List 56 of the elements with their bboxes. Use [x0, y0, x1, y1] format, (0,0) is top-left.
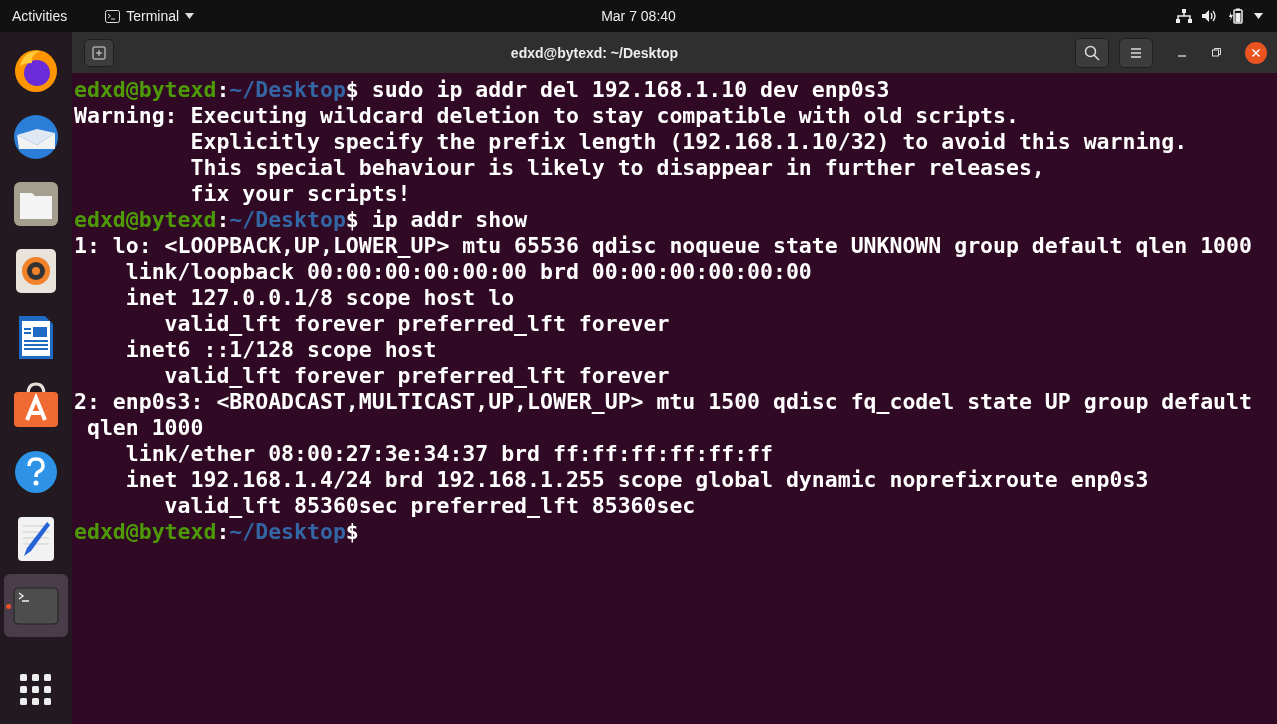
volume-icon[interactable] [1202, 9, 1218, 23]
output-line: inet 127.0.0.1/8 scope host lo [124, 285, 515, 310]
close-icon[interactable] [1245, 41, 1267, 64]
output-line: 2: enp0s3: <BROADCAST,MULTICAST,UP,LOWER_UP> mtu 1500 qdisc fq_codel state UP group default [74, 389, 1252, 414]
network-icon[interactable] [1176, 9, 1192, 23]
prompt-separator: : [216, 77, 230, 102]
search-icon [1084, 44, 1100, 61]
prompt-user: edxd@bytexd [74, 77, 217, 102]
menu-icon [1129, 46, 1143, 59]
maximize-icon[interactable] [1211, 47, 1221, 58]
help-icon [14, 449, 58, 494]
clock[interactable]: Mar 7 08:40 [601, 8, 676, 24]
output-line: inet 192.168.1.4/24 brd 192.168.1.255 scope global dynamic noprefixroute enp0s3 [124, 467, 1149, 492]
output-line: valid_lft forever preferred_lft forever [163, 311, 670, 336]
output-line: qlen 1000 [85, 415, 204, 440]
menu-button[interactable] [1119, 37, 1153, 68]
app-grid-icon[interactable] [20, 674, 52, 706]
output-line: valid_lft forever preferred_lft forever [163, 363, 670, 388]
command-text: ip addr show [370, 207, 528, 232]
caret-icon[interactable] [1254, 13, 1263, 19]
output-line: inet6 ::1/128 scope host [124, 337, 437, 362]
prompt-user: edxd@bytexd [74, 207, 217, 232]
folder-icon [13, 180, 59, 227]
prompt-symbol: $ [345, 519, 359, 544]
output-line: Explicitly specify the prefix length (192.168.1.10/32) to avoid this warning. [189, 129, 1188, 154]
prompt-symbol: $ [345, 77, 359, 102]
new-tab-button[interactable] [84, 38, 114, 67]
app-menu[interactable]: Terminal [105, 8, 195, 24]
output-line: valid_lft 85360sec preferred_lft 85360sec [163, 493, 696, 518]
prompt-user: edxd@bytexd [74, 519, 217, 544]
search-button[interactable] [1075, 37, 1109, 68]
plus-icon [92, 45, 106, 60]
output-line: link/ether 08:00:27:3e:34:37 brd ff:ff:ff:ff:ff:ff [124, 441, 773, 466]
prompt-symbol: $ [345, 207, 359, 232]
pencil-notepad-icon [17, 515, 55, 562]
prompt-path: ~/Desktop [229, 207, 346, 232]
terminal-icon [13, 586, 59, 625]
output-line: link/loopback 00:00:00:00:00:00 brd 00:00:00:00:00:00 [124, 259, 812, 284]
battery-icon[interactable] [1228, 8, 1244, 24]
output-line: This special behaviour is likely to disappear in further releases, [189, 155, 1045, 180]
command-text: sudo ip addr del 192.168.1.10 dev enp0s3 [370, 77, 890, 102]
terminal-icon [105, 9, 121, 23]
prompt-separator: : [216, 519, 230, 544]
output-line: fix your scripts! [189, 181, 411, 206]
activities-button[interactable]: Activities [0, 8, 80, 24]
prompt-path: ~/Desktop [229, 519, 346, 544]
speaker-icon [16, 248, 56, 293]
bird-envelope-icon [11, 112, 61, 161]
prompt-separator: : [216, 207, 230, 232]
document-icon [17, 314, 55, 361]
caret-icon [185, 13, 195, 19]
prompt-path: ~/Desktop [229, 77, 346, 102]
window-title: edxd@bytexd: ~/Desktop [509, 44, 680, 61]
output-line: Warning: Executing wildcard deletion to stay compatible with old scripts. [74, 103, 1019, 128]
output-line: 1: lo: <LOOPBACK,UP,LOWER_UP> mtu 65536 qdisc noqueue state UNKNOWN group default qlen 1000 [74, 233, 1252, 258]
shopping-bag-icon [13, 381, 59, 428]
